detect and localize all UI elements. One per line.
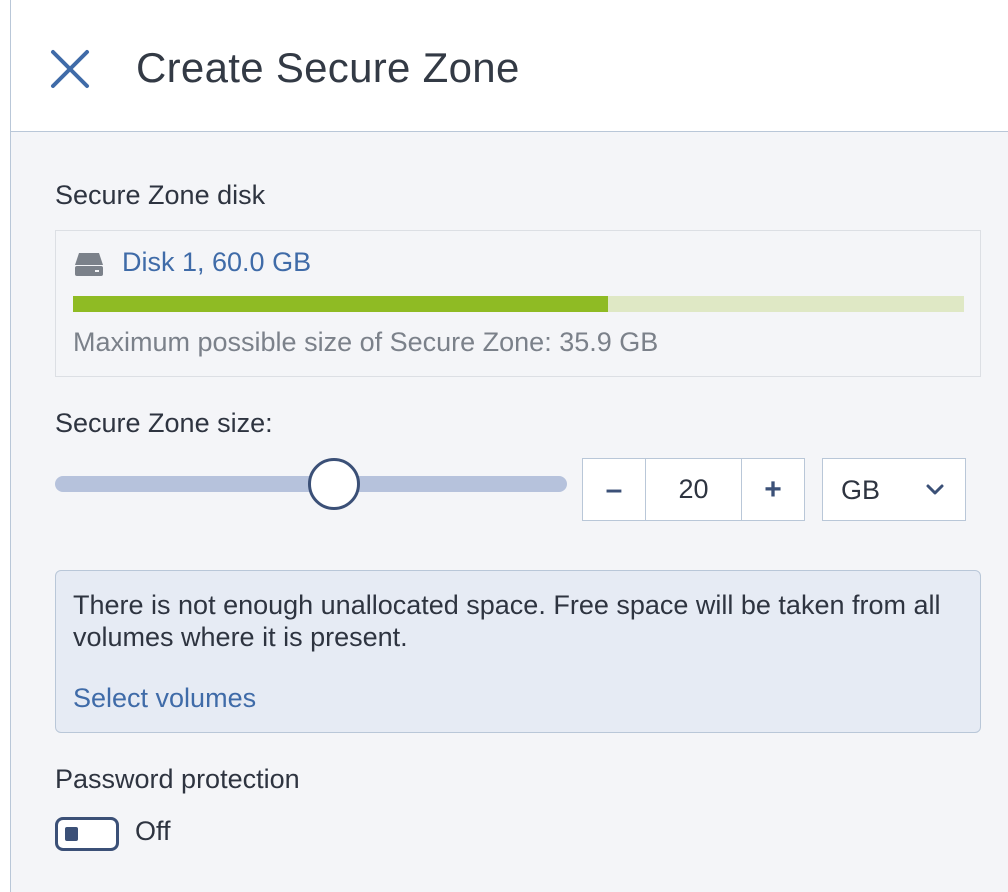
unit-selected-value: GB xyxy=(841,475,881,505)
toggle-knob xyxy=(65,827,78,841)
disk-section-label: Secure Zone disk xyxy=(55,180,266,210)
close-button[interactable] xyxy=(49,48,93,92)
warning-message: There is not enough unallocated space. F… xyxy=(73,590,941,652)
page-title: Create Secure Zone xyxy=(136,44,520,91)
decrement-button[interactable]: – xyxy=(583,459,645,520)
select-volumes-link[interactable]: Select volumes xyxy=(73,683,256,714)
slider-thumb[interactable] xyxy=(308,458,361,510)
max-size-text: Maximum possible size of Secure Zone: 35… xyxy=(73,327,659,357)
close-icon xyxy=(51,50,89,88)
chevron-down-icon xyxy=(926,484,944,495)
disk-info-box: Disk 1, 60.0 GB Maximum possible size of… xyxy=(55,230,981,377)
disk-usage-fill xyxy=(73,296,608,312)
space-warning-box: There is not enough unallocated space. F… xyxy=(55,570,981,733)
disk-link[interactable]: Disk 1, 60.0 GB xyxy=(122,247,311,278)
size-section-label: Secure Zone size: xyxy=(55,408,273,438)
panel-header: Create Secure Zone xyxy=(11,0,1008,132)
increment-button[interactable]: + xyxy=(742,459,804,520)
disk-usage-bar xyxy=(73,296,964,312)
unit-select[interactable]: GB xyxy=(822,458,966,521)
size-value-input[interactable]: 20 xyxy=(645,459,742,520)
password-toggle-state: Off xyxy=(135,816,171,846)
size-slider[interactable] xyxy=(55,458,567,512)
size-stepper: – 20 + xyxy=(582,458,805,521)
secure-zone-panel: Create Secure Zone Secure Zone disk Disk… xyxy=(10,0,1008,892)
password-section-label: Password protection xyxy=(55,764,300,794)
hard-drive-icon xyxy=(75,253,103,276)
password-toggle[interactable] xyxy=(55,817,119,851)
